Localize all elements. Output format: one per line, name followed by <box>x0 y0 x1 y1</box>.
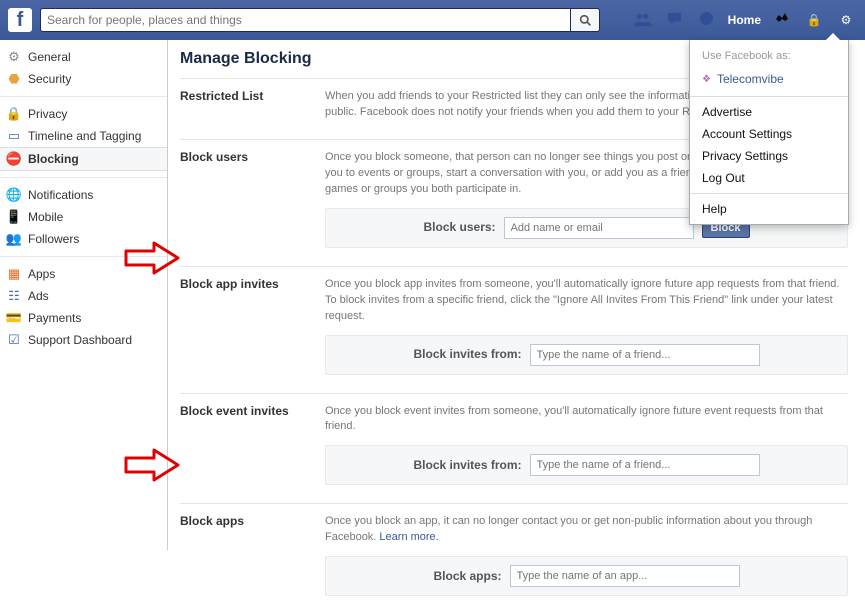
block-invites-input[interactable] <box>530 344 760 366</box>
section-block-event-invites: Block event invites Once you block event… <box>180 393 848 504</box>
sidebar-item-label: Mobile <box>28 210 63 224</box>
search-container <box>40 8 600 32</box>
mobile-icon: 📱 <box>6 209 22 225</box>
search-button[interactable] <box>570 8 600 32</box>
section-label: Block event invites <box>180 404 325 486</box>
facebook-logo[interactable]: f <box>8 8 32 32</box>
shield-icon: ⬣ <box>6 71 22 87</box>
notifications-icon[interactable] <box>696 11 718 29</box>
block-users-label: Block users: <box>424 219 496 236</box>
privacy-shortcuts-icon[interactable]: 🔒 <box>803 13 825 27</box>
sidebar-item-label: Notifications <box>28 188 93 202</box>
sidebar-item-label: Apps <box>28 267 55 281</box>
sidebar-item-label: Support Dashboard <box>28 333 132 347</box>
sidebar-item-payments[interactable]: 💳 Payments <box>0 307 167 329</box>
top-right-nav: Home 🔒 ⚙ <box>632 11 857 30</box>
section-block-apps: Block apps Once you block an app, it can… <box>180 503 848 600</box>
section-description: Once you block event invites from someon… <box>325 404 848 436</box>
dropdown-heading: Use Facebook as: <box>690 46 848 68</box>
section-label: Block apps <box>180 514 325 596</box>
lock-icon: 🔒 <box>6 106 22 122</box>
sidebar-item-blocking[interactable]: ⛔ Blocking <box>0 147 167 171</box>
apps-icon: ▦ <box>6 266 22 282</box>
block-apps-input-row: Block apps: <box>325 556 848 596</box>
sidebar-item-ads[interactable]: ☷ Ads <box>0 285 167 307</box>
block-event-invites-input-row: Block invites from: <box>325 445 848 485</box>
payments-icon: 💳 <box>6 310 22 326</box>
dropdown-help[interactable]: Help <box>690 198 848 220</box>
settings-gear-icon[interactable]: ⚙ <box>835 13 857 27</box>
sidebar-separator <box>0 177 167 178</box>
dropdown-use-as-user[interactable]: ❖ Telecomvibe <box>690 68 848 92</box>
sidebar-item-label: Blocking <box>28 152 79 166</box>
support-icon: ☑ <box>6 332 22 348</box>
search-input[interactable] <box>40 8 570 32</box>
globe-icon: 🌐 <box>6 187 22 203</box>
block-users-input[interactable] <box>504 217 694 239</box>
section-label: Block users <box>180 150 325 248</box>
sidebar-item-label: Security <box>28 72 71 86</box>
annotation-arrow-icon <box>124 241 180 275</box>
sidebar-item-notifications[interactable]: 🌐 Notifications <box>0 184 167 206</box>
friend-requests-icon[interactable] <box>632 11 654 30</box>
block-event-invites-label: Block invites from: <box>413 457 521 474</box>
sidebar-item-timeline[interactable]: ▭ Timeline and Tagging <box>0 125 167 147</box>
sidebar-item-label: Payments <box>28 311 81 325</box>
settings-dropdown: Use Facebook as: ❖Telecomvibe Advertise … <box>689 40 849 225</box>
search-icon <box>579 14 592 27</box>
sidebar-item-general[interactable]: ⚙ General <box>0 46 167 68</box>
gear-icon: ⚙ <box>6 49 22 65</box>
sidebar-item-privacy[interactable]: 🔒 Privacy <box>0 103 167 125</box>
block-apps-input[interactable] <box>510 565 740 587</box>
block-invites-label: Block invites from: <box>413 346 521 363</box>
section-label: Restricted List <box>180 89 325 121</box>
sidebar-separator <box>0 96 167 97</box>
sidebar-item-mobile[interactable]: 📱 Mobile <box>0 206 167 228</box>
ads-icon: ☷ <box>6 288 22 304</box>
section-label: Block app invites <box>180 277 325 375</box>
dropdown-separator <box>690 193 848 194</box>
dropdown-account-settings[interactable]: Account Settings <box>690 123 848 145</box>
dropdown-user-label: Telecomvibe <box>717 72 784 86</box>
dropdown-separator <box>690 96 848 97</box>
annotation-arrow-icon <box>124 448 180 482</box>
dropdown-advertise[interactable]: Advertise <box>690 101 848 123</box>
timeline-icon: ▭ <box>6 128 22 144</box>
block-event-invites-input[interactable] <box>530 454 760 476</box>
profile-icon[interactable] <box>771 11 793 30</box>
sidebar-item-security[interactable]: ⬣ Security <box>0 68 167 90</box>
sidebar-item-label: Timeline and Tagging <box>28 129 141 143</box>
dropdown-privacy-settings[interactable]: Privacy Settings <box>690 145 848 167</box>
block-icon: ⛔ <box>6 151 22 167</box>
page-icon: ❖ <box>702 74 711 85</box>
dropdown-logout[interactable]: Log Out <box>690 167 848 189</box>
sidebar-item-support[interactable]: ☑ Support Dashboard <box>0 329 167 351</box>
section-block-app-invites: Block app invites Once you block app inv… <box>180 266 848 393</box>
block-invites-input-row: Block invites from: <box>325 335 848 375</box>
section-description: Once you block app invites from someone,… <box>325 277 848 325</box>
block-apps-label: Block apps: <box>433 568 501 585</box>
top-bar: f Home 🔒 ⚙ <box>0 0 865 40</box>
sidebar-item-label: General <box>28 50 71 64</box>
home-link[interactable]: Home <box>728 13 761 27</box>
sidebar-item-label: Privacy <box>28 107 67 121</box>
learn-more-link[interactable]: Learn more. <box>379 531 438 543</box>
sidebar-item-label: Followers <box>28 232 79 246</box>
section-description: Once you block an app, it can no longer … <box>325 514 848 546</box>
sidebar-item-label: Ads <box>28 289 49 303</box>
followers-icon: 👥 <box>6 231 22 247</box>
messages-icon[interactable] <box>664 11 686 29</box>
